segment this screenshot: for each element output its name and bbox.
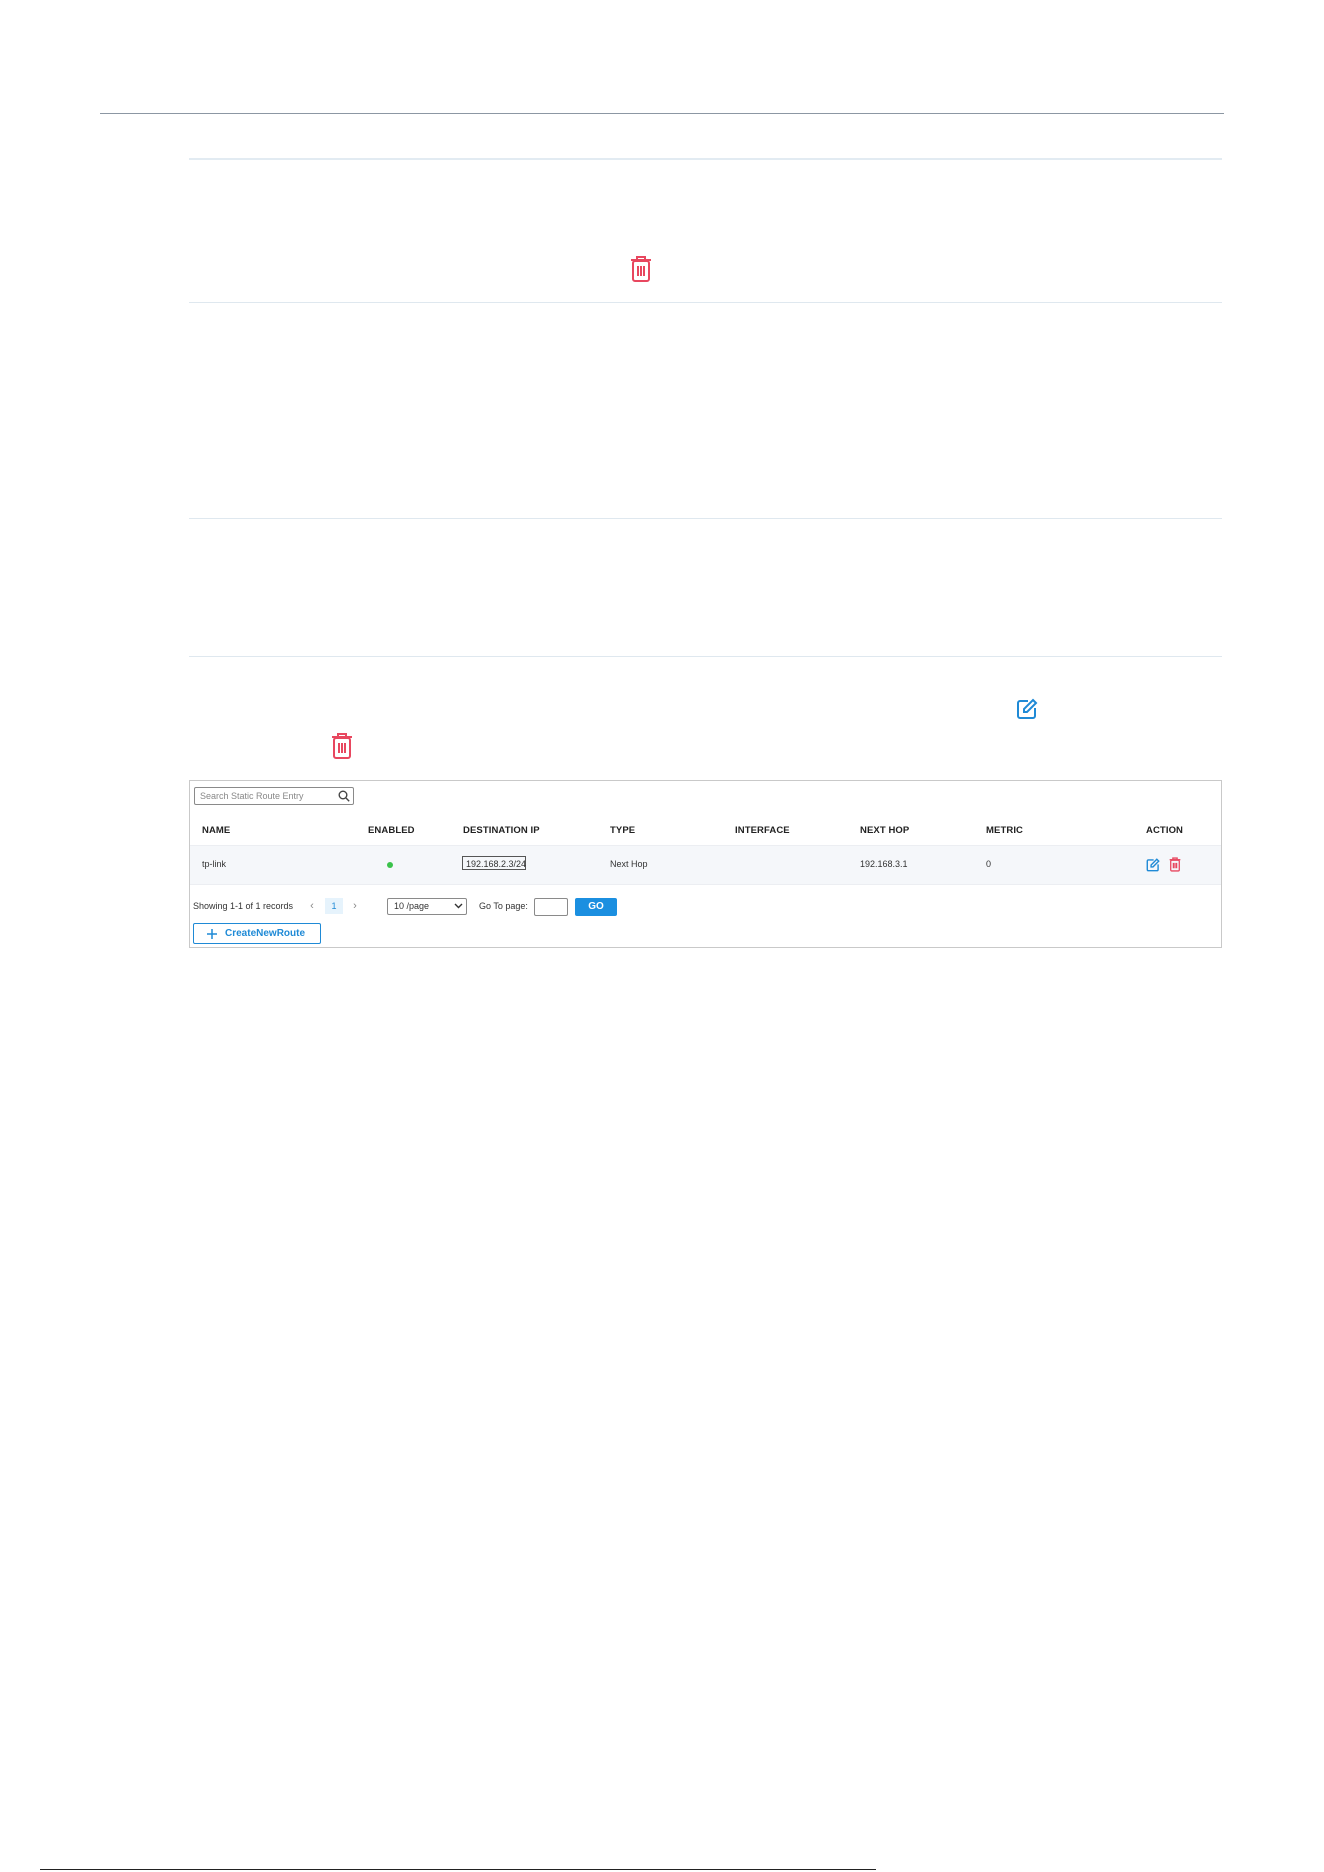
current-page[interactable]: 1	[325, 898, 343, 914]
column-header-name: NAME	[202, 825, 231, 836]
search-box	[194, 787, 354, 805]
column-header-interface: INTERFACE	[735, 825, 790, 836]
cell-type: Next Hop	[610, 859, 648, 869]
edit-icon	[1016, 698, 1038, 720]
search-input[interactable]	[195, 788, 334, 804]
section-divider	[189, 302, 1222, 303]
goto-label: Go To page:	[479, 901, 528, 911]
column-header-destination-ip: DESTINATION IP	[463, 825, 540, 836]
trash-icon	[331, 732, 353, 760]
column-header-enabled: ENABLED	[368, 825, 415, 836]
page-size-value: 10 /page	[394, 901, 430, 911]
records-summary: Showing 1-1 of 1 records	[193, 901, 294, 911]
edit-icon[interactable]	[1146, 858, 1160, 872]
column-header-metric: METRIC	[986, 825, 1024, 836]
next-page-button[interactable]: ›	[347, 898, 363, 914]
cell-name: tp-link	[202, 859, 227, 869]
cell-metric: 0	[986, 859, 992, 869]
page-size-select[interactable]: 10 /page	[387, 898, 467, 915]
section-divider	[189, 656, 1222, 657]
static-route-panel: NAME ENABLED DESTINATION IP TYPE INTERFA…	[189, 780, 1222, 948]
column-header-action: ACTION	[1146, 825, 1184, 836]
goto-page-input[interactable]	[534, 898, 568, 916]
prev-page-button[interactable]: ‹	[304, 898, 320, 914]
cell-destination-ip: 192.168.2.3/24	[462, 856, 526, 870]
go-button[interactable]: GO	[575, 898, 617, 916]
chevron-down-icon	[454, 903, 463, 909]
trash-icon	[630, 255, 652, 283]
plus-icon	[206, 928, 218, 940]
column-header-next-hop: NEXT HOP	[860, 825, 910, 836]
trash-icon[interactable]	[1169, 857, 1181, 872]
enabled-indicator	[387, 862, 393, 868]
section-divider	[189, 158, 1222, 160]
header-rule	[100, 113, 1224, 114]
table-row: tp-link 192.168.2.3/24 Next Hop 192.168.…	[190, 845, 1221, 885]
section-divider	[189, 518, 1222, 519]
cell-next-hop: 192.168.3.1	[860, 859, 908, 869]
create-new-route-label: CreateNewRoute	[225, 928, 306, 939]
column-header-type: TYPE	[610, 825, 636, 836]
create-new-route-button[interactable]: CreateNewRoute	[193, 923, 321, 944]
search-icon[interactable]	[338, 790, 350, 802]
footer-rule	[40, 1869, 876, 1870]
